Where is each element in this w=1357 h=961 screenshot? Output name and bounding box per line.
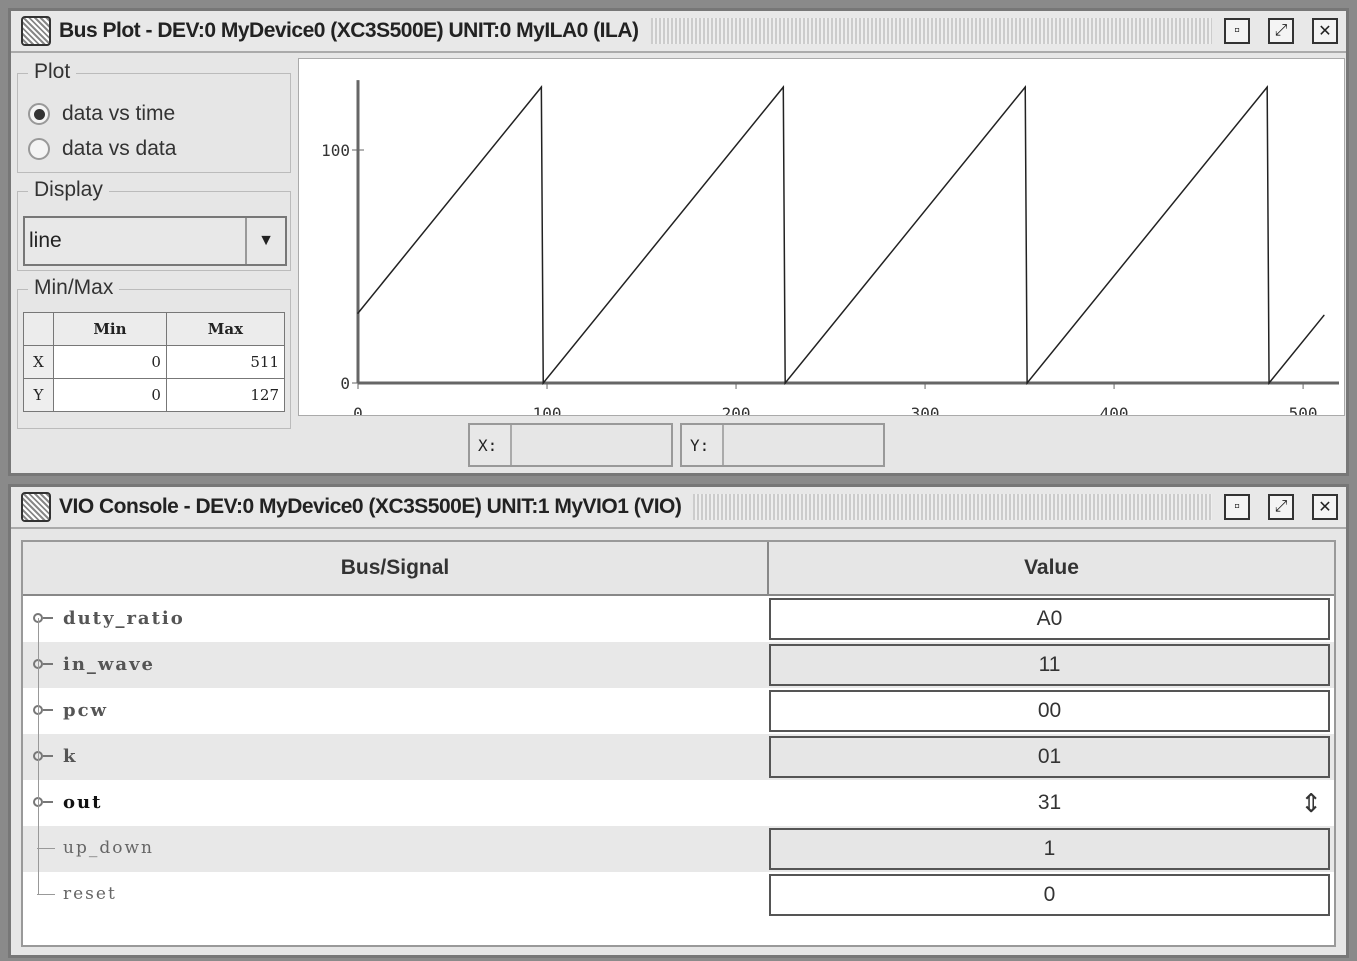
- x-tick-label: 400: [1100, 404, 1129, 416]
- minmax-group-label: Min/Max: [28, 276, 120, 300]
- y-readout: Y:: [680, 423, 885, 467]
- value-text: 31: [1037, 791, 1062, 814]
- col-bus-signal[interactable]: Bus/Signal: [23, 542, 769, 596]
- close-icon[interactable]: ✕: [1312, 494, 1338, 520]
- app-icon: [21, 492, 51, 522]
- app-icon: [21, 16, 51, 46]
- table-row: reset 0: [23, 872, 1334, 918]
- signal-name: out: [63, 792, 103, 813]
- y-tick-label: 100: [321, 141, 350, 160]
- data-point: [1024, 86, 1027, 88]
- data-point: [1026, 382, 1028, 384]
- signal-name: duty_ratio: [63, 608, 185, 629]
- radio-label: data vs data: [62, 137, 177, 160]
- radio-data-vs-data[interactable]: data vs data: [28, 137, 176, 161]
- x-readout: X:: [468, 423, 673, 467]
- maximize-icon[interactable]: ⤢: [1268, 18, 1294, 44]
- radio-label: data vs time: [62, 102, 176, 125]
- value-text: 11: [1038, 653, 1061, 676]
- title-drag-area[interactable]: [693, 494, 1212, 520]
- value-text: 0: [1043, 883, 1056, 906]
- signal-name: up_down: [63, 838, 154, 858]
- close-icon[interactable]: ✕: [1312, 18, 1338, 44]
- window-title: Bus Plot - DEV:0 MyDevice0 (XC3S500E) UN…: [59, 19, 639, 42]
- value-cell[interactable]: A0: [769, 598, 1330, 640]
- bus-plot-window: Bus Plot - DEV:0 MyDevice0 (XC3S500E) UN…: [8, 8, 1349, 476]
- data-point: [542, 382, 545, 384]
- signal-name: k: [63, 746, 78, 767]
- x-tick-label: 500: [1289, 404, 1318, 416]
- table-row: X 0 511: [23, 345, 286, 379]
- value-text: A0: [1036, 607, 1063, 630]
- minmax-table: Min Max X 0 511 Y 0 127: [23, 312, 286, 412]
- minimize-icon[interactable]: ▫: [1224, 18, 1250, 44]
- min-cell[interactable]: 0: [53, 378, 167, 412]
- plot-group: Plot data vs time data vs data: [17, 60, 291, 173]
- table-row: k 01: [23, 734, 1334, 780]
- table-row: out 31 ⇕: [23, 780, 1334, 826]
- min-cell[interactable]: 0: [53, 345, 167, 379]
- tree-line-icon: [37, 894, 55, 895]
- data-series-line: [357, 84, 1325, 386]
- bus-plot-chart[interactable]: 0 100 200 300 400 500 0 100: [298, 58, 1345, 416]
- value-cell[interactable]: 11: [769, 644, 1330, 686]
- vio-table: Bus/Signal Value duty_ratio A0 in_wave 1…: [21, 540, 1336, 947]
- col-max: Max: [165, 312, 286, 346]
- y-tick-label: 0: [340, 374, 350, 393]
- value-cell[interactable]: 00: [769, 690, 1330, 732]
- tree-line-icon: [37, 848, 55, 849]
- window-title: VIO Console - DEV:0 MyDevice0 (XC3S500E)…: [59, 495, 682, 518]
- data-point: [357, 312, 359, 314]
- table-row: in_wave 11: [23, 642, 1334, 688]
- value-cell[interactable]: 01: [769, 736, 1330, 778]
- data-point: [1268, 382, 1270, 384]
- max-cell[interactable]: 127: [165, 378, 286, 412]
- value-text: 00: [1037, 699, 1062, 722]
- value-cell[interactable]: 1: [769, 828, 1330, 870]
- vio-title-bar[interactable]: VIO Console - DEV:0 MyDevice0 (XC3S500E)…: [11, 487, 1346, 529]
- value-text: 1: [1043, 837, 1056, 860]
- x-tick-label: 200: [722, 404, 751, 416]
- table-row: duty_ratio A0: [23, 596, 1334, 642]
- table-row: pcw 00: [23, 688, 1334, 734]
- data-point: [1266, 86, 1268, 88]
- data-point: [1323, 314, 1325, 317]
- col-value[interactable]: Value: [769, 542, 1334, 596]
- signal-name: pcw: [63, 700, 109, 721]
- data-point: [782, 86, 785, 88]
- value-text: 01: [1037, 745, 1062, 768]
- max-cell[interactable]: 511: [165, 345, 286, 379]
- radio-data-vs-time[interactable]: data vs time: [28, 102, 175, 126]
- display-select[interactable]: line ▼: [23, 216, 287, 266]
- signal-name: in_wave: [63, 654, 155, 675]
- display-group: Display line ▼: [17, 178, 291, 271]
- display-value: line: [29, 229, 62, 252]
- value-cell[interactable]: 31 ⇕: [769, 782, 1330, 824]
- bus-plot-title-bar[interactable]: Bus Plot - DEV:0 MyDevice0 (XC3S500E) UN…: [11, 11, 1346, 53]
- x-tick-label: 100: [533, 404, 562, 416]
- value-cell[interactable]: 0: [769, 874, 1330, 916]
- plot-group-label: Plot: [28, 60, 77, 84]
- display-group-label: Display: [28, 178, 109, 202]
- vio-console-window: VIO Console - DEV:0 MyDevice0 (XC3S500E)…: [8, 484, 1349, 958]
- signal-name: reset: [63, 884, 117, 904]
- maximize-icon[interactable]: ⤢: [1268, 494, 1294, 520]
- y-readout-field: [722, 425, 883, 465]
- tree-line: [38, 618, 39, 894]
- chevron-down-icon[interactable]: ▼: [245, 218, 285, 264]
- x-tick-label: 0: [353, 404, 363, 416]
- x-tick-label: 300: [911, 404, 940, 416]
- minmax-group: Min/Max Min Max X 0 511 Y 0 127: [17, 276, 291, 429]
- data-point: [540, 86, 543, 88]
- up-down-arrow-icon[interactable]: ⇕: [1300, 788, 1322, 819]
- col-min: Min: [53, 312, 167, 346]
- data-point: [784, 382, 786, 384]
- table-row: Y 0 127: [23, 378, 286, 412]
- minimize-icon[interactable]: ▫: [1224, 494, 1250, 520]
- title-drag-area[interactable]: [650, 18, 1212, 44]
- x-readout-field: [510, 425, 671, 465]
- table-row: up_down 1: [23, 826, 1334, 872]
